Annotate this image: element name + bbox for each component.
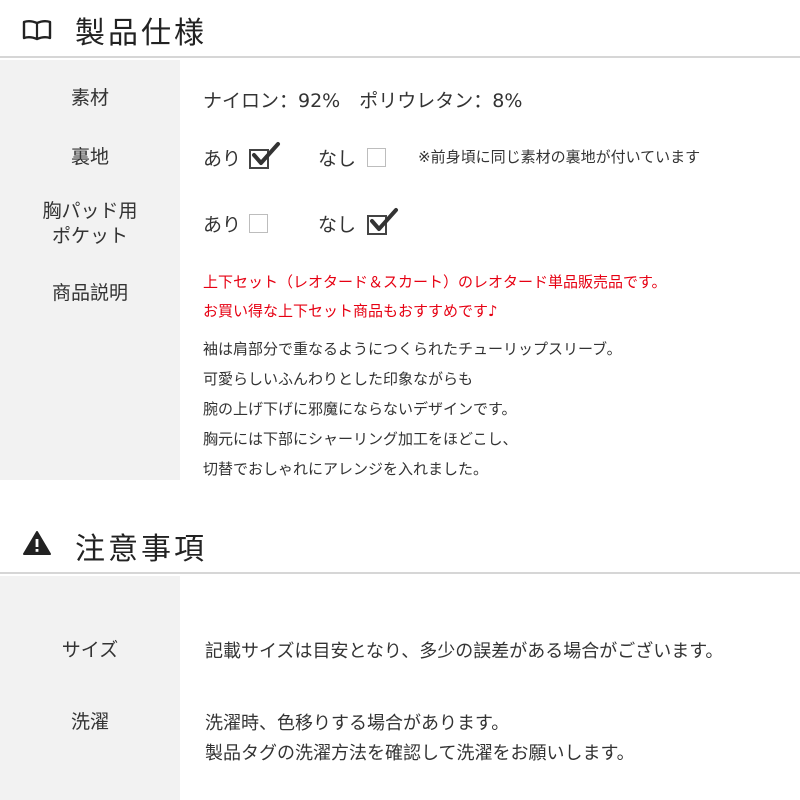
wash-text-line2: 製品タグの洗濯方法を確認して洗濯をお願いします。 [205, 743, 635, 764]
open-book-icon [22, 20, 52, 41]
description-line: 袖は肩部分で重なるようにつくられたチューリップスリーブ。 [203, 340, 622, 358]
spec-label-column [0, 60, 180, 480]
description-line: 切替でおしゃれにアレンジを入れました。 [203, 460, 489, 478]
pad-pocket-no-label: なし [318, 214, 357, 236]
pad-pocket-label-line2: ポケット [51, 225, 128, 247]
material-value: ナイロン：92% ポリウレタン：8% [203, 90, 523, 112]
notes-divider [0, 572, 800, 574]
spec-divider [0, 56, 800, 58]
lining-no-checkbox[interactable] [367, 148, 386, 167]
pad-pocket-yes-checkbox[interactable] [249, 214, 268, 233]
pad-pocket-yes-label: あり [203, 214, 242, 236]
description-highlight-1: 上下セット（レオタード＆スカート）のレオタード単品販売品です。 [203, 273, 667, 291]
spec-title: 製品仕様 [75, 16, 207, 51]
size-label: サイズ [61, 639, 119, 661]
wash-label: 洗濯 [70, 711, 109, 733]
wash-text-line1: 洗濯時、色移りする場合があります。 [205, 713, 510, 734]
description-line: 可愛らしいふんわりとした印象ながらも [203, 370, 474, 388]
lining-label: 裏地 [70, 146, 109, 168]
description-line: 腕の上げ下げに邪魔にならないデザインです。 [203, 400, 517, 418]
notes-label-column [0, 576, 180, 800]
lining-yes-label: あり [203, 148, 242, 170]
description-label: 商品説明 [51, 282, 128, 304]
notes-title: 注意事項 [75, 532, 207, 567]
lining-no-label: なし [318, 148, 357, 170]
description-highlight-2: お買い得な上下セット商品もおすすめです♪ [203, 302, 498, 320]
spec-section-header: 製品仕様 [0, 0, 800, 58]
size-text: 記載サイズは目安となり、多少の誤差がある場合がございます。 [205, 641, 724, 662]
pad-pocket-label-line1: 胸パッド用 [42, 200, 138, 222]
description-line: 胸元には下部にシャーリング加工をほどこし、 [203, 430, 518, 448]
warning-icon [23, 531, 51, 555]
checkmark-icon [370, 208, 398, 231]
material-label: 素材 [70, 87, 109, 109]
notes-section-header: 注意事項 [0, 516, 800, 574]
checkmark-icon [252, 142, 280, 165]
lining-note: ※前身頃に同じ素材の裏地が付いています [418, 148, 701, 166]
